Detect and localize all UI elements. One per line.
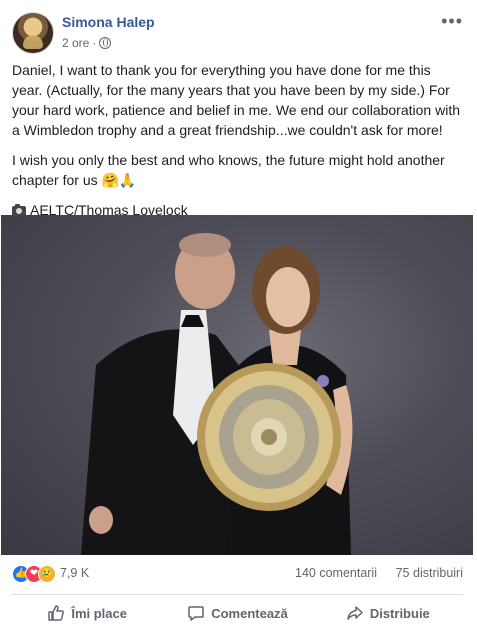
- share-button-label: Distribuie: [369, 605, 430, 621]
- shares-count[interactable]: 75 distribuiri: [396, 566, 463, 580]
- post-timestamp[interactable]: 2 ore: [62, 36, 89, 50]
- post-paragraph: I wish you only the best and who knows, …: [12, 152, 445, 188]
- more-options-button[interactable]: •••: [441, 12, 463, 30]
- comment-button[interactable]: Comentează: [162, 598, 312, 628]
- like-button-label: Îmi place: [71, 605, 127, 621]
- comment-icon: [188, 606, 204, 621]
- post-stats: 👍 ❤ 😢 7,9 K 140 comentarii 75 distribuir…: [12, 563, 463, 587]
- comments-count[interactable]: 140 comentarii: [295, 566, 377, 580]
- reactions-count[interactable]: 7,9 K: [60, 566, 89, 580]
- post-photo[interactable]: [1, 215, 473, 555]
- like-button[interactable]: Îmi place: [12, 598, 162, 628]
- share-button[interactable]: Distribuie: [313, 598, 463, 628]
- share-icon: [347, 606, 363, 620]
- globe-icon[interactable]: [99, 37, 112, 49]
- post-header: Simona Halep 2 ore · •••: [12, 10, 465, 54]
- post-text: Daniel, I want to thank you for everythi…: [12, 60, 463, 230]
- author-avatar[interactable]: [12, 12, 54, 54]
- post-paragraph: Daniel, I want to thank you for everythi…: [12, 62, 460, 138]
- post-meta: 2 ore ·: [62, 36, 112, 50]
- sad-reaction-icon: 😢: [38, 565, 56, 583]
- action-bar: Îmi place Comentează Distribuie: [12, 598, 463, 628]
- divider: [12, 594, 463, 595]
- facebook-post: Simona Halep 2 ore · ••• Daniel, I want t…: [0, 0, 477, 630]
- thumbs-up-icon: [48, 605, 65, 621]
- comment-button-label: Comentează: [211, 605, 288, 621]
- meta-separator: ·: [92, 36, 97, 50]
- photo-illustration: [81, 233, 353, 555]
- author-name[interactable]: Simona Halep: [62, 14, 155, 30]
